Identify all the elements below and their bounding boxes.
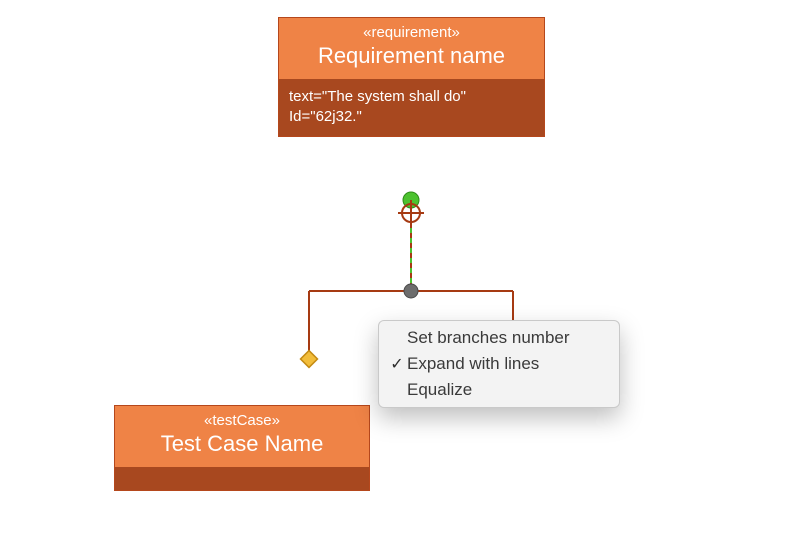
- context-menu-item-set-branches[interactable]: Set branches number: [379, 325, 619, 351]
- testcase-node[interactable]: «testCase» Test Case Name: [114, 405, 370, 491]
- requirement-body: text="The system shall do" Id="62j32.": [279, 79, 544, 136]
- testcase-title: Test Case Name: [123, 431, 361, 457]
- testcase-header: «testCase» Test Case Name: [115, 406, 369, 467]
- testcase-body: [115, 467, 369, 490]
- context-menu-label: Equalize: [407, 380, 607, 400]
- requirement-title: Requirement name: [287, 43, 536, 69]
- requirement-id-line: Id="62j32.": [289, 107, 534, 127]
- endpoint-diamond-icon[interactable]: [301, 351, 318, 368]
- requirement-text-line: text="The system shall do": [289, 87, 534, 107]
- testcase-stereotype: «testCase»: [123, 412, 361, 429]
- requirement-node[interactable]: «requirement» Requirement name text="The…: [278, 17, 545, 137]
- context-menu-item-expand-lines[interactable]: ✓ Expand with lines: [379, 351, 619, 377]
- context-menu-label: Set branches number: [407, 328, 607, 348]
- context-menu[interactable]: Set branches number ✓ Expand with lines …: [378, 320, 620, 408]
- context-menu-label: Expand with lines: [407, 354, 607, 374]
- context-menu-item-equalize[interactable]: Equalize: [379, 377, 619, 403]
- endpoint-top-icon[interactable]: [403, 192, 419, 208]
- junction-dot-icon[interactable]: [404, 284, 418, 298]
- requirement-header: «requirement» Requirement name: [279, 18, 544, 79]
- requirement-stereotype: «requirement»: [287, 24, 536, 41]
- check-icon: ✓: [387, 354, 407, 374]
- crosshair-ring-icon[interactable]: [402, 204, 420, 222]
